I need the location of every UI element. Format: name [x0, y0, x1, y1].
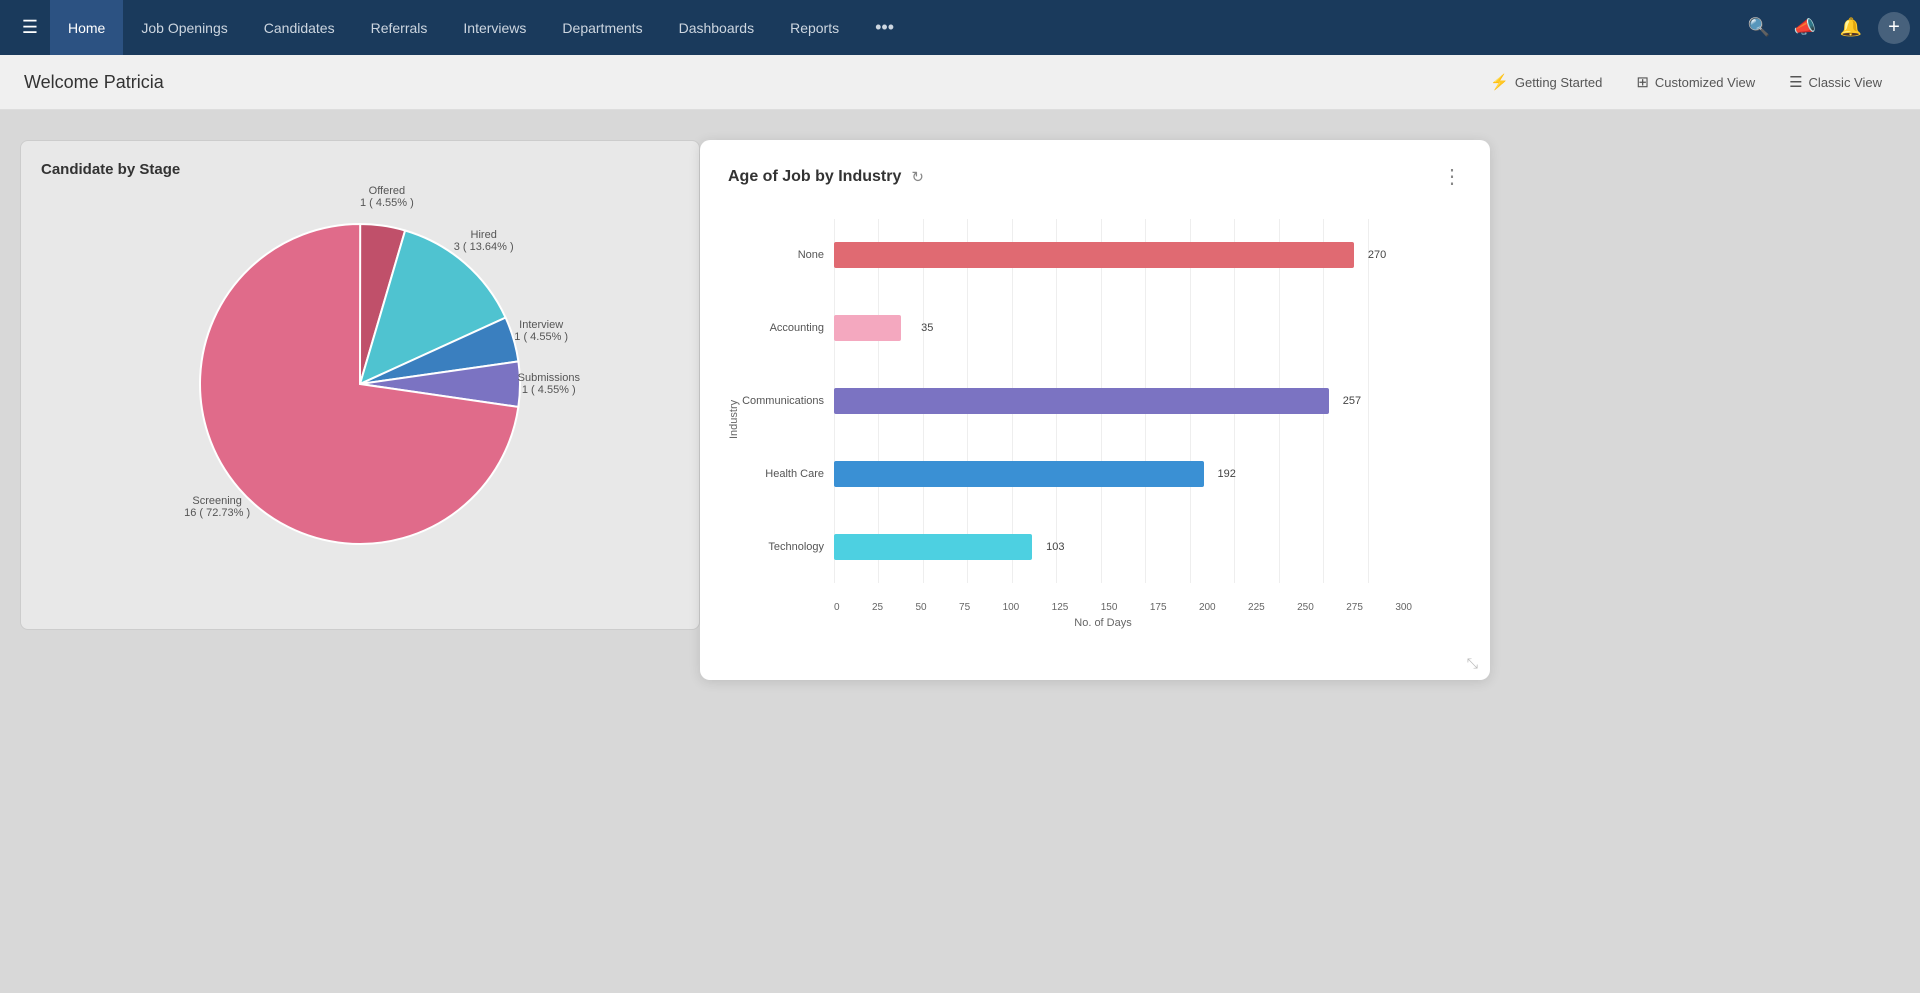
bar-value-label: 257 [1343, 395, 1361, 407]
bar-row-health-care: 192 [834, 458, 1412, 490]
nav-item-departments[interactable]: Departments [544, 0, 660, 55]
bell-icon[interactable]: 🔔 [1832, 9, 1870, 47]
getting-started-button[interactable]: ⚡ Getting Started [1476, 66, 1616, 98]
x-tick: 250 [1297, 602, 1314, 613]
hamburger-icon[interactable]: ☰ [10, 0, 50, 55]
y-label-none: None [744, 239, 834, 271]
x-axis-title: No. of Days [744, 613, 1462, 629]
bar-row-communications: 257 [834, 385, 1412, 417]
x-tick: 125 [1052, 602, 1069, 613]
y-labels: None Accounting Communications Health Care T… [744, 219, 834, 583]
classic-view-button[interactable]: ☰ Classic View [1775, 66, 1896, 98]
bar-row-technology: 103 [834, 531, 1412, 563]
nav-item-home[interactable]: Home [50, 0, 123, 55]
card-header: Age of Job by Industry ↻ ⋮ [728, 164, 1462, 189]
pie-label-screening: Screening16 ( 72.73% ) [184, 495, 250, 519]
bar-fill: 192 [834, 461, 1204, 487]
bar-row-accounting: 35 [834, 312, 1412, 344]
y-label-accounting: Accounting [744, 312, 834, 344]
x-tick: 25 [872, 602, 883, 613]
megaphone-icon[interactable]: 📣 [1786, 9, 1824, 47]
refresh-icon[interactable]: ↻ [911, 168, 924, 186]
x-tick: 225 [1248, 602, 1265, 613]
bar-value-label: 192 [1218, 468, 1236, 480]
header-bar: Welcome Patricia ⚡ Getting Started ⊞ Cus… [0, 55, 1920, 110]
candidate-card-title: Candidate by Stage [41, 161, 679, 178]
y-label-technology: Technology [744, 531, 834, 563]
resize-handle[interactable]: ⤡ [1467, 655, 1478, 672]
bar-fill: 103 [834, 534, 1032, 560]
x-axis: 0 25 50 75 100 125 150 175 200 225 250 275 300 [834, 583, 1412, 613]
x-tick: 275 [1346, 602, 1363, 613]
more-options-icon[interactable]: ⋮ [1442, 164, 1462, 189]
y-label-communications: Communications [744, 385, 834, 417]
x-tick: 0 [834, 602, 840, 613]
y-label-health-care: Health Care [744, 458, 834, 490]
nav-item-dashboards[interactable]: Dashboards [661, 0, 773, 55]
pie-label-offered: Offered1 ( 4.55% ) [360, 185, 414, 209]
bar-fill: 270 [834, 242, 1354, 268]
nav-item-job-openings[interactable]: Job Openings [123, 0, 245, 55]
x-tick: 300 [1395, 602, 1412, 613]
age-card-title: Age of Job by Industry [728, 168, 901, 186]
bar-fill: 257 [834, 388, 1329, 414]
welcome-text: Welcome Patricia [24, 72, 164, 93]
x-tick: 200 [1199, 602, 1216, 613]
add-button[interactable]: + [1878, 12, 1910, 44]
nav-item-interviews[interactable]: Interviews [445, 0, 544, 55]
customized-view-button[interactable]: ⊞ Customized View [1622, 66, 1769, 98]
main-content: Candidate by Stage Offered1 ( 4.55% )Hir… [0, 110, 1920, 990]
search-icon[interactable]: 🔍 [1740, 9, 1778, 47]
y-axis-label: Industry [728, 209, 740, 629]
bar-fill: 35 [834, 315, 901, 341]
bar-rows: 270 35 257 192 103 [834, 219, 1412, 583]
x-tick: 50 [916, 602, 927, 613]
bar-chart-inner: None Accounting Communications Health Care T… [744, 209, 1462, 629]
lightning-icon: ⚡ [1490, 73, 1509, 91]
x-tick: 175 [1150, 602, 1167, 613]
card-header-left: Age of Job by Industry ↻ [728, 168, 924, 186]
pie-label-submissions: Submissions1 ( 4.55% ) [518, 372, 580, 396]
navbar: ☰ HomeJob OpeningsCandidatesReferralsInt… [0, 0, 1920, 55]
nav-items: HomeJob OpeningsCandidatesReferralsInter… [50, 0, 912, 55]
x-tick: 75 [959, 602, 970, 613]
bar-value-label: 103 [1046, 541, 1064, 553]
grid-icon: ⊞ [1636, 73, 1649, 91]
list-icon: ☰ [1789, 73, 1802, 91]
pie-label-hired: Hired3 ( 13.64% ) [454, 229, 514, 253]
nav-more-button[interactable]: ••• [857, 0, 912, 55]
bar-value-label: 270 [1368, 249, 1386, 261]
nav-item-referrals[interactable]: Referrals [353, 0, 446, 55]
x-tick: 150 [1101, 602, 1118, 613]
header-actions: ⚡ Getting Started ⊞ Customized View ☰ Cl… [1476, 66, 1896, 98]
candidate-by-stage-card: Candidate by Stage Offered1 ( 4.55% )Hir… [20, 140, 700, 630]
pie-chart: Offered1 ( 4.55% )Hired3 ( 13.64% )Inter… [170, 194, 550, 574]
x-tick: 100 [1003, 602, 1020, 613]
nav-right: 🔍 📣 🔔 + [1740, 9, 1910, 47]
bar-value-label: 35 [921, 322, 933, 334]
bar-chart-wrapper: Industry None Accounting Communications Hea… [728, 209, 1462, 629]
pie-label-interview: Interview1 ( 4.55% ) [514, 319, 568, 343]
age-of-job-card: Age of Job by Industry ↻ ⋮ Industry None… [700, 140, 1490, 680]
nav-item-candidates[interactable]: Candidates [246, 0, 353, 55]
bar-row-none: 270 [834, 239, 1412, 271]
nav-item-reports[interactable]: Reports [772, 0, 857, 55]
bar-chart-area: None Accounting Communications Health Care T… [744, 209, 1462, 613]
